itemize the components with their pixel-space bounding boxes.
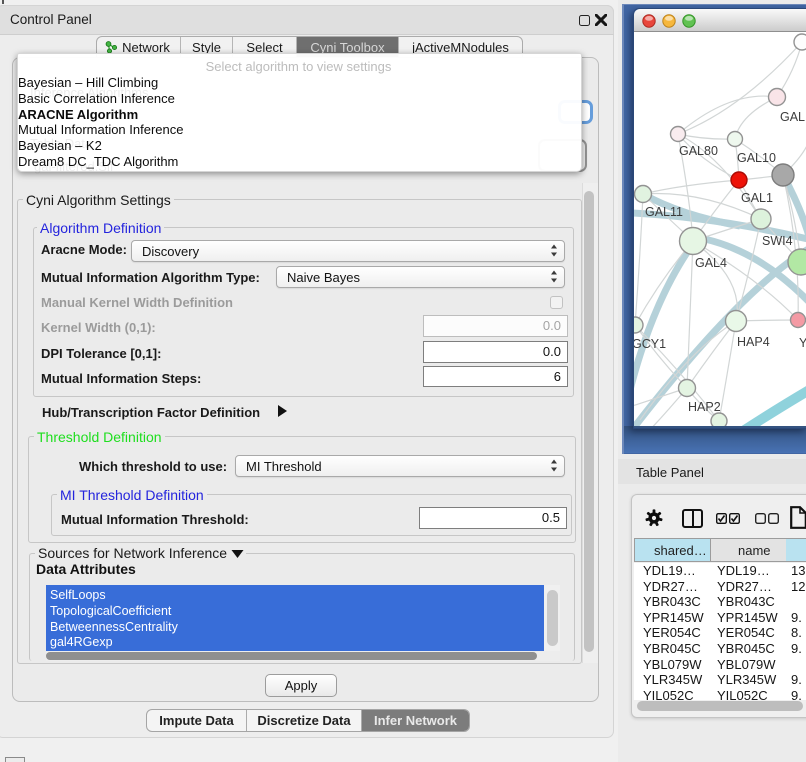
svg-text:GCY1: GCY1 [634,337,666,351]
svg-text:GAL11: GAL11 [645,205,683,219]
svg-text:GAL80: GAL80 [679,144,718,158]
svg-text:GAL4: GAL4 [695,256,727,270]
svg-text:GAL10: GAL10 [737,151,776,165]
svg-text:HAP2: HAP2 [688,400,721,414]
svg-text:Y: Y [799,336,806,350]
svg-text:GAL1: GAL1 [741,191,773,205]
svg-text:GAL: GAL [780,110,805,124]
svg-text:SWI4: SWI4 [762,234,793,248]
svg-text:HAP4: HAP4 [737,335,770,349]
